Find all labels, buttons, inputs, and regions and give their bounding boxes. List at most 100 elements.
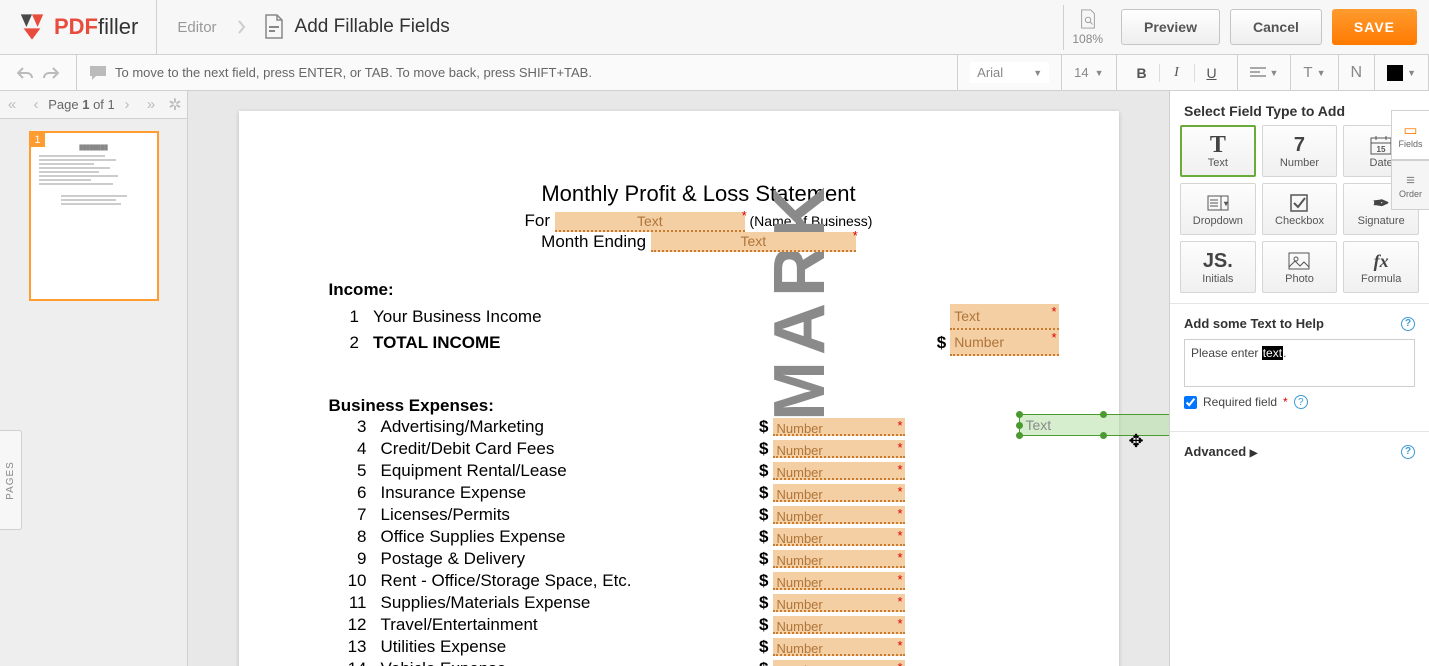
- field-type-dropdown[interactable]: ▾Dropdown: [1180, 183, 1256, 235]
- color-picker[interactable]: ▼: [1375, 55, 1429, 90]
- thumbnail-badge: 1: [31, 133, 45, 147]
- advanced-section[interactable]: Advanced ▶ ?: [1170, 431, 1429, 471]
- required-label: Required field: [1203, 395, 1277, 409]
- expense-field[interactable]: Number*: [773, 484, 905, 502]
- expense-field[interactable]: Number*: [773, 528, 905, 546]
- field-type-checkbox[interactable]: Checkbox: [1262, 183, 1338, 235]
- save-button[interactable]: SAVE: [1332, 9, 1417, 45]
- workspace: « ‹ Page 1 of 1 › » ✲ 1 ████████: [0, 91, 1429, 666]
- italic-button[interactable]: I: [1164, 60, 1190, 86]
- side-tabs: ▭ Fields ≡ Order: [1391, 110, 1429, 210]
- help-icon[interactable]: ?: [1401, 445, 1415, 459]
- align-icon: [1250, 66, 1266, 80]
- page-title: Add Fillable Fields: [295, 16, 450, 38]
- normal-button[interactable]: N: [1339, 55, 1376, 90]
- logo-icon: [18, 13, 46, 41]
- hint-area: To move to the next field, press ENTER, …: [77, 55, 958, 90]
- field-type-formula[interactable]: fxFormula: [1343, 241, 1419, 293]
- document-page: MARK Monthly Profit & Loss Statement For…: [239, 111, 1119, 666]
- help-icon[interactable]: ?: [1401, 317, 1415, 331]
- expense-field[interactable]: Number*: [773, 616, 905, 634]
- expense-field[interactable]: Number*: [773, 462, 905, 480]
- required-checkbox[interactable]: [1184, 396, 1197, 409]
- dropdown-icon: ▾: [1207, 191, 1229, 215]
- field-type-number[interactable]: 7Number: [1262, 125, 1338, 177]
- active-text-field[interactable]: 🗑 Text: [1019, 414, 1170, 436]
- side-tab-fields[interactable]: ▭ Fields: [1391, 110, 1429, 160]
- page-first-button[interactable]: «: [0, 96, 24, 113]
- income-field[interactable]: Number*: [950, 330, 1058, 356]
- help-header-label: Add some Text to Help: [1184, 316, 1324, 331]
- help-text-input[interactable]: Please enter text.: [1184, 339, 1415, 387]
- month-ending-field[interactable]: Text*: [651, 232, 856, 252]
- field-type-initials[interactable]: JS.Initials: [1180, 241, 1256, 293]
- page-next-button[interactable]: ›: [115, 96, 139, 113]
- redo-button[interactable]: [38, 60, 64, 86]
- photo-icon: [1288, 249, 1310, 273]
- expense-field[interactable]: Number*: [773, 638, 905, 656]
- underline-button[interactable]: U: [1199, 60, 1225, 86]
- thumbnail-panel: « ‹ Page 1 of 1 › » ✲ 1 ████████: [0, 91, 188, 666]
- expense-field[interactable]: Number*: [773, 660, 905, 666]
- help-icon[interactable]: ?: [1294, 395, 1308, 409]
- pages-tab[interactable]: PAGES: [0, 430, 22, 530]
- formula-icon: fx: [1374, 249, 1389, 273]
- document-zoom-icon: [1079, 9, 1097, 29]
- checkbox-icon: [1289, 191, 1309, 215]
- expense-field[interactable]: Number*: [773, 418, 905, 436]
- font-family-select[interactable]: Arial▼: [958, 55, 1062, 90]
- date-icon: 15: [1370, 133, 1392, 157]
- income-row: 1Your Business Income Text*: [339, 304, 1059, 330]
- header-actions: 108% Preview Cancel SAVE: [1051, 5, 1429, 50]
- text-tool-group[interactable]: T▼: [1291, 55, 1338, 90]
- comment-icon: [89, 65, 107, 81]
- expense-row: 6Insurance Expense $ Number*: [339, 482, 1059, 504]
- style-group: B I U: [1117, 55, 1238, 90]
- help-text-section: Add some Text to Help ? Please enter tex…: [1170, 303, 1429, 421]
- page-prev-button[interactable]: ‹: [24, 96, 48, 113]
- page-title-area: Add Fillable Fields: [247, 14, 1052, 40]
- thumbnail-settings-icon[interactable]: ✲: [163, 95, 187, 115]
- expense-row: 10Rent - Office/Storage Space, Etc. $ Nu…: [339, 570, 1059, 592]
- expense-field[interactable]: Number*: [773, 550, 905, 568]
- number-icon: 7: [1294, 133, 1305, 157]
- chevron-right-icon: [237, 17, 247, 37]
- align-group[interactable]: ▼: [1238, 55, 1292, 90]
- logo-text: PDFfiller: [54, 14, 138, 40]
- text-icon: T: [1210, 133, 1226, 157]
- side-tab-order[interactable]: ≡ Order: [1391, 160, 1429, 210]
- pages-tab-label: PAGES: [5, 461, 16, 500]
- bold-button[interactable]: B: [1129, 60, 1155, 86]
- page-last-button[interactable]: »: [139, 96, 163, 113]
- field-type-photo[interactable]: Photo: [1262, 241, 1338, 293]
- expense-row: 14Vehicle Expense $ Number*: [339, 658, 1059, 666]
- font-size-select[interactable]: 14▼: [1062, 55, 1116, 90]
- hint-text: To move to the next field, press ENTER, …: [115, 65, 592, 80]
- thumbnail-preview: ████████: [31, 133, 157, 215]
- expense-row: 4Credit/Debit Card Fees $ Number*: [339, 438, 1059, 460]
- business-name-field[interactable]: Text*: [555, 212, 745, 232]
- expenses-header: Business Expenses:: [329, 396, 1059, 416]
- page-indicator: Page 1 of 1: [48, 97, 115, 112]
- page-thumbnail[interactable]: 1 ████████: [29, 131, 159, 301]
- expense-field[interactable]: Number*: [773, 440, 905, 458]
- expense-field[interactable]: Number*: [773, 594, 905, 612]
- format-toolbar: To move to the next field, press ENTER, …: [0, 55, 1429, 91]
- svg-text:15: 15: [1377, 145, 1386, 154]
- brand-logo[interactable]: PDFfiller: [0, 0, 157, 54]
- field-type-text[interactable]: TText: [1180, 125, 1256, 177]
- properties-panel: Select Field Type to Add TText7Number15D…: [1169, 91, 1429, 666]
- undo-button[interactable]: [12, 60, 38, 86]
- preview-button[interactable]: Preview: [1121, 9, 1220, 45]
- cancel-button[interactable]: Cancel: [1230, 9, 1322, 45]
- zoom-value: 108%: [1072, 32, 1103, 46]
- fields-tab-icon: ▭: [1403, 121, 1417, 139]
- expense-field[interactable]: Number*: [773, 572, 905, 590]
- document-canvas[interactable]: MARK Monthly Profit & Loss Statement For…: [188, 91, 1169, 666]
- income-field[interactable]: Text*: [950, 304, 1058, 330]
- initials-icon: JS.: [1203, 249, 1233, 273]
- breadcrumb[interactable]: Editor: [157, 19, 236, 36]
- expense-field[interactable]: Number*: [773, 506, 905, 524]
- zoom-control[interactable]: 108%: [1063, 5, 1111, 50]
- document-icon: [263, 14, 285, 40]
